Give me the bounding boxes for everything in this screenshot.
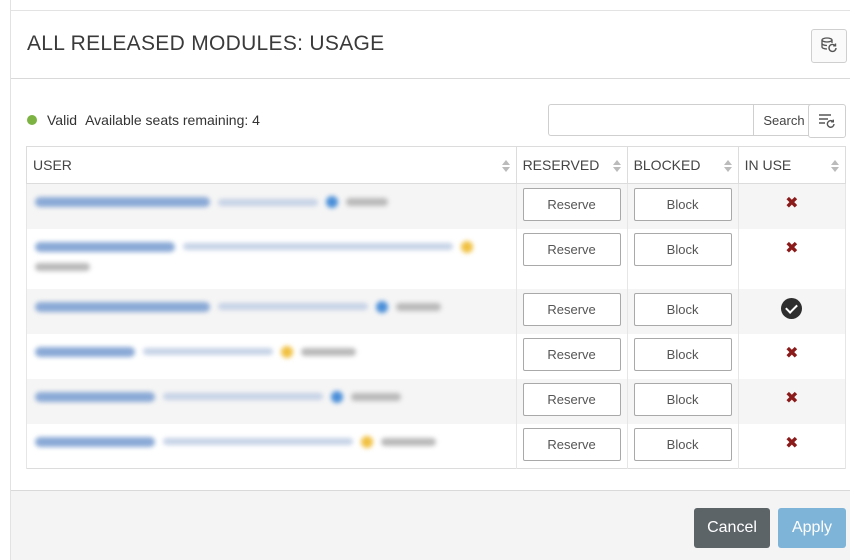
block-button[interactable]: Block	[633, 427, 732, 461]
column-header-blocked[interactable]: BLOCKED	[626, 146, 739, 184]
column-label: USER	[33, 157, 72, 173]
table-row: Reserve Block ✖	[26, 333, 847, 379]
blocked-cell: Block	[626, 378, 739, 424]
x-icon: ✖	[785, 195, 799, 212]
redacted-user-info	[35, 192, 510, 212]
in-use-cell: ✖	[737, 333, 847, 379]
column-header-in-use[interactable]: IN USE	[737, 146, 847, 184]
in-use-cell: ✖	[737, 228, 847, 289]
reserve-button[interactable]: Reserve	[522, 292, 621, 326]
reserved-cell: Reserve	[515, 228, 628, 289]
status-message: Available seats remaining: 4	[85, 112, 260, 128]
license-status: Valid Available seats remaining: 4	[27, 112, 260, 128]
in-use-cell: ✖	[737, 423, 847, 469]
check-circle-icon	[781, 297, 803, 319]
reserved-cell: Reserve	[515, 423, 628, 469]
user-cell	[26, 333, 517, 379]
status-dot-icon	[27, 115, 37, 125]
block-button[interactable]: Block	[633, 292, 732, 326]
column-label: BLOCKED	[633, 157, 701, 173]
x-icon: ✖	[785, 344, 799, 362]
block-button[interactable]: Block	[633, 188, 732, 221]
filter-reset-button[interactable]	[808, 104, 846, 138]
x-icon: ✖	[785, 389, 799, 407]
search-input[interactable]	[548, 104, 753, 136]
dialog-header: ALL RELEASED MODULES: USAGE	[11, 10, 850, 79]
user-cell	[26, 288, 517, 334]
search-button[interactable]: Search	[753, 104, 815, 136]
table-row: Reserve Block ✖	[26, 378, 847, 424]
blocked-cell: Block	[626, 423, 739, 469]
search-bar: Search	[548, 104, 815, 136]
user-cell	[26, 378, 517, 424]
reserve-button[interactable]: Reserve	[522, 427, 621, 461]
user-cell	[26, 423, 517, 469]
block-button[interactable]: Block	[633, 232, 732, 266]
dialog-title: ALL RELEASED MODULES: USAGE	[27, 32, 385, 55]
reserved-cell: Reserve	[515, 183, 628, 229]
reserve-button[interactable]: Reserve	[522, 188, 621, 221]
in-use-cell	[737, 288, 847, 334]
reserve-button[interactable]: Reserve	[522, 232, 621, 266]
in-use-cell: ✖	[737, 183, 847, 229]
table-row: Reserve Block ✖	[26, 228, 847, 289]
table-row: Reserve Block ✖	[26, 423, 847, 469]
block-button[interactable]: Block	[633, 337, 732, 371]
usage-table: USER RESERVED BLOCKED IN USE Reserve Blo…	[26, 146, 847, 469]
x-icon: ✖	[785, 434, 799, 452]
sort-icon	[612, 160, 621, 172]
redacted-user-info	[35, 297, 510, 317]
status-state: Valid	[47, 112, 78, 128]
in-use-cell: ✖	[737, 378, 847, 424]
sort-icon	[723, 160, 732, 172]
reserve-button[interactable]: Reserve	[522, 337, 621, 371]
database-refresh-icon	[821, 37, 837, 53]
user-cell	[26, 183, 517, 229]
reserved-cell: Reserve	[515, 288, 628, 334]
table-row: Reserve Block ✖	[26, 183, 847, 229]
table-row: Reserve Block	[26, 288, 847, 334]
block-button[interactable]: Block	[633, 382, 732, 416]
column-label: RESERVED	[522, 157, 600, 173]
redacted-user-info	[35, 237, 510, 257]
dialog-footer: Cancel Apply	[11, 491, 850, 560]
column-label: IN USE	[744, 157, 792, 173]
redacted-user-role	[35, 257, 510, 277]
redacted-user-info	[35, 342, 510, 362]
redacted-user-info	[35, 432, 510, 452]
blocked-cell: Block	[626, 288, 739, 334]
column-header-reserved[interactable]: RESERVED	[515, 146, 628, 184]
table-header-row: USER RESERVED BLOCKED IN USE	[26, 146, 847, 184]
sort-icon	[831, 160, 839, 172]
column-header-user[interactable]: USER	[26, 146, 517, 184]
blocked-cell: Block	[626, 228, 739, 289]
cancel-button[interactable]: Cancel	[694, 508, 770, 548]
refresh-data-button[interactable]	[811, 29, 847, 63]
redacted-user-info	[35, 387, 510, 407]
usage-dialog: ALL RELEASED MODULES: USAGE Valid Availa…	[10, 0, 850, 560]
x-icon: ✖	[785, 239, 799, 257]
apply-button[interactable]: Apply	[778, 508, 846, 548]
sort-icon	[501, 160, 510, 172]
blocked-cell: Block	[626, 333, 739, 379]
reserved-cell: Reserve	[515, 333, 628, 379]
blocked-cell: Block	[626, 183, 739, 229]
filter-reset-icon	[819, 114, 835, 128]
reserve-button[interactable]: Reserve	[522, 382, 621, 416]
reserved-cell: Reserve	[515, 378, 628, 424]
user-cell	[26, 228, 517, 289]
